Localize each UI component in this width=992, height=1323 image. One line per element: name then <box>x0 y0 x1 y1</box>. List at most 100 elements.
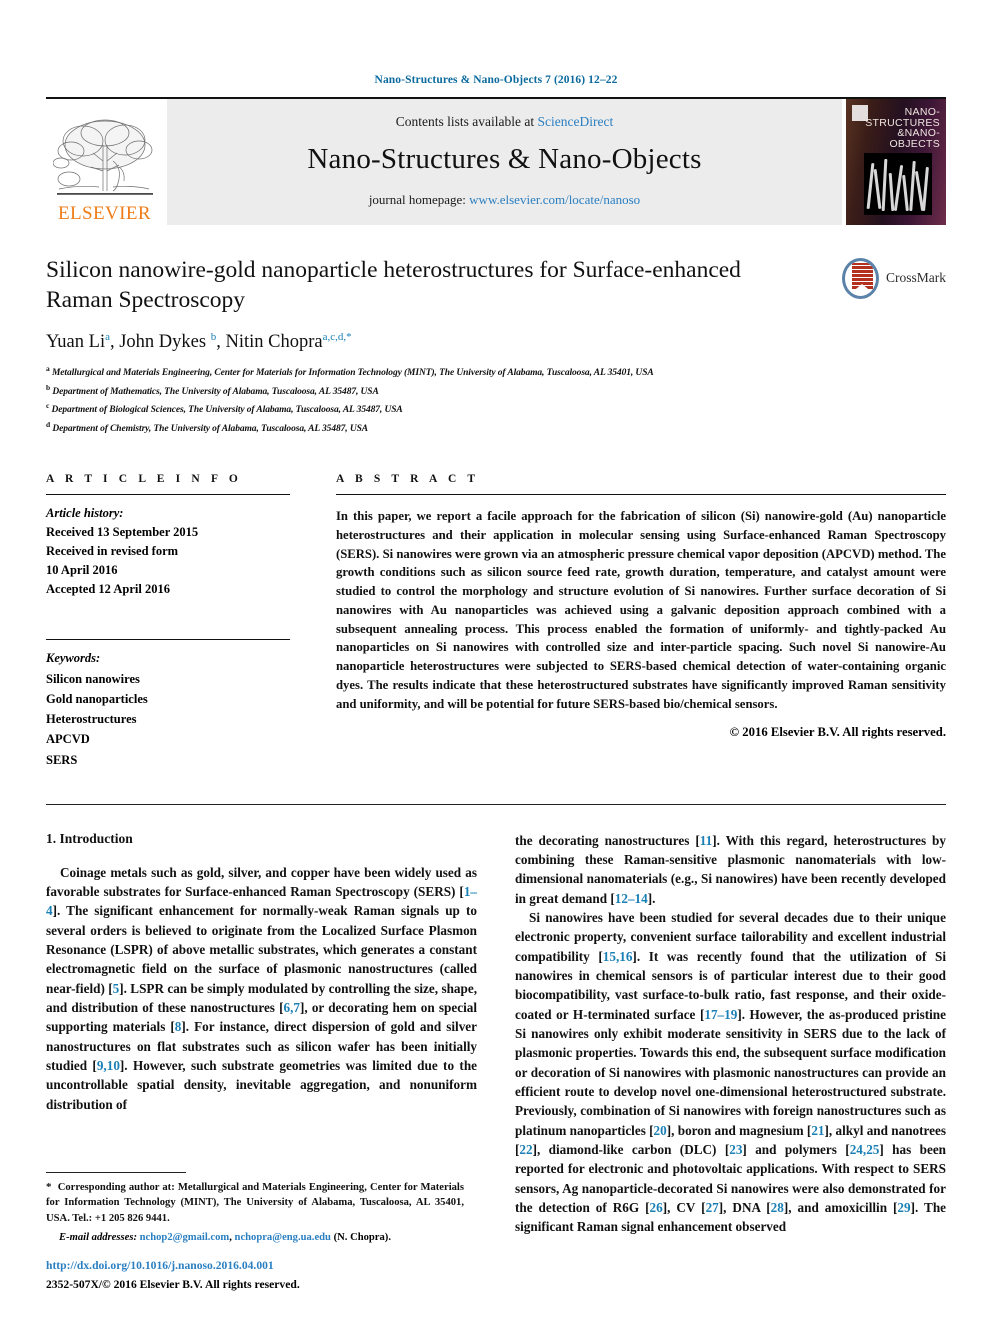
article-info-heading: A R T I C L E I N F O <box>46 473 242 486</box>
author-name: John Dykes <box>119 332 207 353</box>
divider <box>46 494 290 496</box>
citation-ref[interactable]: 23 <box>729 1142 742 1157</box>
journal-cover-thumbnail: NANO- STRUCTURES &NANO- OBJECTS <box>846 99 946 225</box>
elsevier-logo: ELSEVIER <box>46 99 163 225</box>
doi-block: http://dx.doi.org/10.1016/j.nanoso.2016.… <box>46 1258 464 1293</box>
footnote-block: * Corresponding author at: Metallurgical… <box>46 1171 464 1293</box>
homepage-prefix: journal homepage: <box>368 192 470 208</box>
abstract-heading: A B S T R A C T <box>336 473 480 486</box>
citation-ref[interactable]: 15,16 <box>603 949 633 964</box>
email-suffix: (N. Chopra). <box>333 1231 391 1243</box>
paper-page: Nano-Structures & Nano-Objects 7 (2016) … <box>0 0 992 1323</box>
history-item: Received in revised form <box>46 544 179 559</box>
running-head: Nano-Structures & Nano-Objects 7 (2016) … <box>374 74 618 86</box>
author-name: Nitin Chopra <box>225 332 323 353</box>
corresponding-author-note: * Corresponding author at: Metallurgical… <box>46 1180 464 1226</box>
paragraph: Coinage metals such as gold, silver, and… <box>46 864 478 1112</box>
asterisk-icon: * <box>46 1180 52 1193</box>
doi-link[interactable]: http://dx.doi.org/10.1016/j.nanoso.2016.… <box>46 1258 464 1274</box>
citation-ref[interactable]: 29 <box>897 1200 910 1215</box>
keyword-item: Heterostructures <box>46 712 137 726</box>
footnote-divider <box>46 1171 186 1173</box>
journal-homepage-link[interactable]: www.elsevier.com/locate/nanoso <box>469 192 640 207</box>
citation-ref[interactable]: 22 <box>519 1142 532 1157</box>
email-note: E-mail addresses: nchop2@gmail.com, ncho… <box>59 1231 391 1243</box>
affiliation-text: Department of Biological Sciences, The U… <box>51 405 403 416</box>
issn-copyright: 2352-507X/© 2016 Elsevier B.V. All right… <box>46 1277 300 1291</box>
history-item: Received 13 September 2015 <box>46 525 199 540</box>
affiliation-text: Department of Mathematics, The Universit… <box>52 386 379 397</box>
divider <box>46 639 290 641</box>
citation-ref[interactable]: 20 <box>654 1123 667 1138</box>
keyword-item: APCVD <box>46 732 90 747</box>
cover-nanowire-image <box>864 153 932 215</box>
divider <box>336 494 946 496</box>
keyword-item: SERS <box>46 752 78 767</box>
author-list: Yuan Lia, John Dykes b, Nitin Chopraa,c,… <box>46 331 352 353</box>
citation-ref[interactable]: 27 <box>706 1200 719 1215</box>
email-link-2[interactable]: nchopra@eng.ua.edu <box>235 1232 331 1243</box>
title-block: Silicon nanowire-gold nanoparticle heter… <box>46 255 946 353</box>
affiliation-mark: d <box>46 419 51 429</box>
keyword-item: Gold nanoparticles <box>46 691 148 706</box>
email-label: E-mail addresses: <box>59 1231 137 1243</box>
affiliation-item: a Metallurgical and Materials Engineerin… <box>46 363 946 381</box>
article-history-label: Article history: <box>46 506 124 521</box>
cover-title-text: NANO- STRUCTURES &NANO- OBJECTS <box>865 107 940 150</box>
elsevier-wordmark: ELSEVIER <box>58 203 151 224</box>
crossmark-icon <box>842 257 879 299</box>
keyword-item: Silicon nanowires <box>46 671 140 686</box>
citation-ref[interactable]: 8 <box>175 1019 182 1034</box>
citation-ref[interactable]: 28 <box>771 1200 784 1215</box>
author-affiliation-mark[interactable]: a <box>105 331 110 343</box>
affiliation-mark: b <box>46 382 51 392</box>
contents-line: Contents lists available at ScienceDirec… <box>167 114 842 130</box>
paragraph: the decorating nanostructures [11]. With… <box>515 832 946 906</box>
crossmark-label: CrossMark <box>886 270 946 285</box>
citation-ref[interactable]: 5 <box>113 981 120 996</box>
cover-line-4: OBJECTS <box>889 138 940 151</box>
citation-ref[interactable]: 9,10 <box>97 1058 120 1073</box>
paragraph: Si nanowires have been studied for sever… <box>515 910 947 1235</box>
author-name: Yuan Li <box>46 332 106 353</box>
citation-ref[interactable]: 1–4 <box>46 884 477 918</box>
abstract-column: A B S T R A C T In this paper, we report… <box>336 473 946 770</box>
citation-ref[interactable]: 21 <box>811 1123 824 1138</box>
affiliation-text: Department of Chemistry, The University … <box>52 423 369 434</box>
article-info-column: A R T I C L E I N F O Article history: R… <box>46 473 290 770</box>
journal-title: Nano-Structures & Nano-Objects <box>307 142 702 175</box>
citation-ref[interactable]: 24,25 <box>850 1142 880 1157</box>
abstract-body: In this paper, we report a facile approa… <box>336 509 946 711</box>
affiliation-item: c Department of Biological Sciences, The… <box>46 400 946 418</box>
affiliation-list: a Metallurgical and Materials Engineerin… <box>46 363 946 437</box>
divider <box>46 803 946 805</box>
journal-band: Contents lists available at ScienceDirec… <box>167 99 842 225</box>
author-affiliation-mark[interactable]: a,c,d,* <box>323 331 352 343</box>
email-link-1[interactable]: nchop2@gmail.com <box>140 1232 230 1243</box>
citation-ref[interactable]: 6,7 <box>284 1000 300 1015</box>
affiliation-mark: c <box>46 401 50 411</box>
affiliation-item: b Department of Mathematics, The Univers… <box>46 382 946 400</box>
crossmark-badge[interactable]: CrossMark <box>842 255 946 301</box>
history-item: 10 April 2016 <box>46 563 118 578</box>
affiliation-mark: a <box>46 364 50 374</box>
history-item: Accepted 12 April 2016 <box>46 582 170 597</box>
citation-ref[interactable]: 17–19 <box>704 1007 737 1022</box>
author-affiliation-mark[interactable]: b <box>211 331 217 343</box>
keywords-label: Keywords: <box>46 651 101 666</box>
body-column-right: the decorating nanostructures [11]. With… <box>515 831 946 1237</box>
info-abstract-row: A R T I C L E I N F O Article history: R… <box>46 473 946 770</box>
homepage-line: journal homepage: www.elsevier.com/locat… <box>167 192 842 208</box>
corresponding-author-text: Corresponding author at: Metallurgical a… <box>46 1181 465 1224</box>
contents-prefix: Contents lists available at <box>395 113 538 129</box>
crossmark-arrow-icon <box>851 283 873 293</box>
citation-ref[interactable]: 12–14 <box>615 891 648 906</box>
article-history-block: Article history: Received 13 September 2… <box>46 504 290 599</box>
affiliation-item: d Department of Chemistry, The Universit… <box>46 419 946 437</box>
citation-ref[interactable]: 11 <box>700 833 712 848</box>
sciencedirect-link[interactable]: ScienceDirect <box>538 114 614 129</box>
abstract-copyright: © 2016 Elsevier B.V. All rights reserved… <box>729 725 946 740</box>
keywords-block: Keywords: Silicon nanowires Gold nanopar… <box>46 648 290 770</box>
affiliation-text: Metallurgical and Materials Engineering,… <box>51 368 654 379</box>
citation-ref[interactable]: 26 <box>650 1200 663 1215</box>
